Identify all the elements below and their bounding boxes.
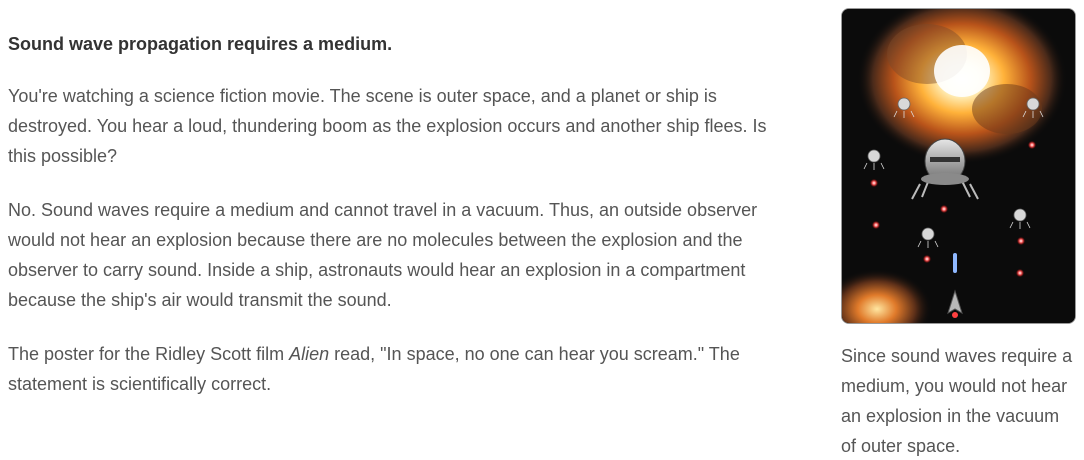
paragraph-alien-poster: The poster for the Ridley Scott film Ali… (8, 339, 798, 399)
section-heading: Sound wave propagation requires a medium… (8, 34, 393, 54)
article-text: Sound wave propagation requires a medium… (8, 29, 798, 423)
figure: Since sound waves require a medium, you … (841, 8, 1076, 460)
paragraph-explanation: No. Sound waves require a medium and can… (8, 200, 758, 310)
paragraph-scenario: You're watching a science fiction movie.… (8, 86, 767, 166)
space-battle-illustration (842, 9, 1075, 323)
figure-caption: Since sound waves require a medium, you … (841, 346, 1073, 456)
space-battle-image (841, 8, 1076, 324)
lesson-page: Sound wave propagation requires a medium… (0, 0, 1084, 460)
poster-text-before: The poster for the Ridley Scott film (8, 344, 290, 364)
film-title: Alien (289, 344, 330, 364)
